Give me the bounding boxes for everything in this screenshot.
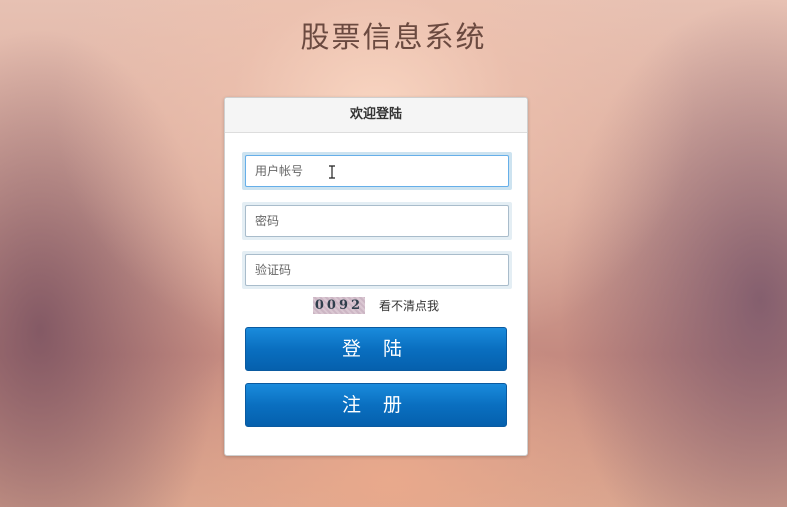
captcha-row: 0092 看不清点我 (225, 297, 527, 317)
username-input[interactable] (245, 155, 509, 187)
password-field-wrap (242, 202, 512, 240)
captcha-field-wrap (242, 251, 512, 289)
page-title: 股票信息系统 (300, 20, 487, 54)
login-button[interactable]: 登 陆 (245, 327, 507, 371)
register-button[interactable]: 注 册 (245, 383, 507, 427)
captcha-input[interactable] (245, 254, 509, 286)
username-field-wrap (242, 152, 512, 190)
captcha-image[interactable]: 0092 (312, 297, 365, 314)
captcha-refresh-link[interactable]: 看不清点我 (379, 297, 439, 314)
login-panel-header: 欢迎登陆 (225, 98, 527, 133)
password-input[interactable] (245, 205, 509, 237)
text-cursor-icon (329, 165, 335, 179)
login-panel: 欢迎登陆 0092 看不清点我 登 陆 注 册 (224, 97, 528, 456)
